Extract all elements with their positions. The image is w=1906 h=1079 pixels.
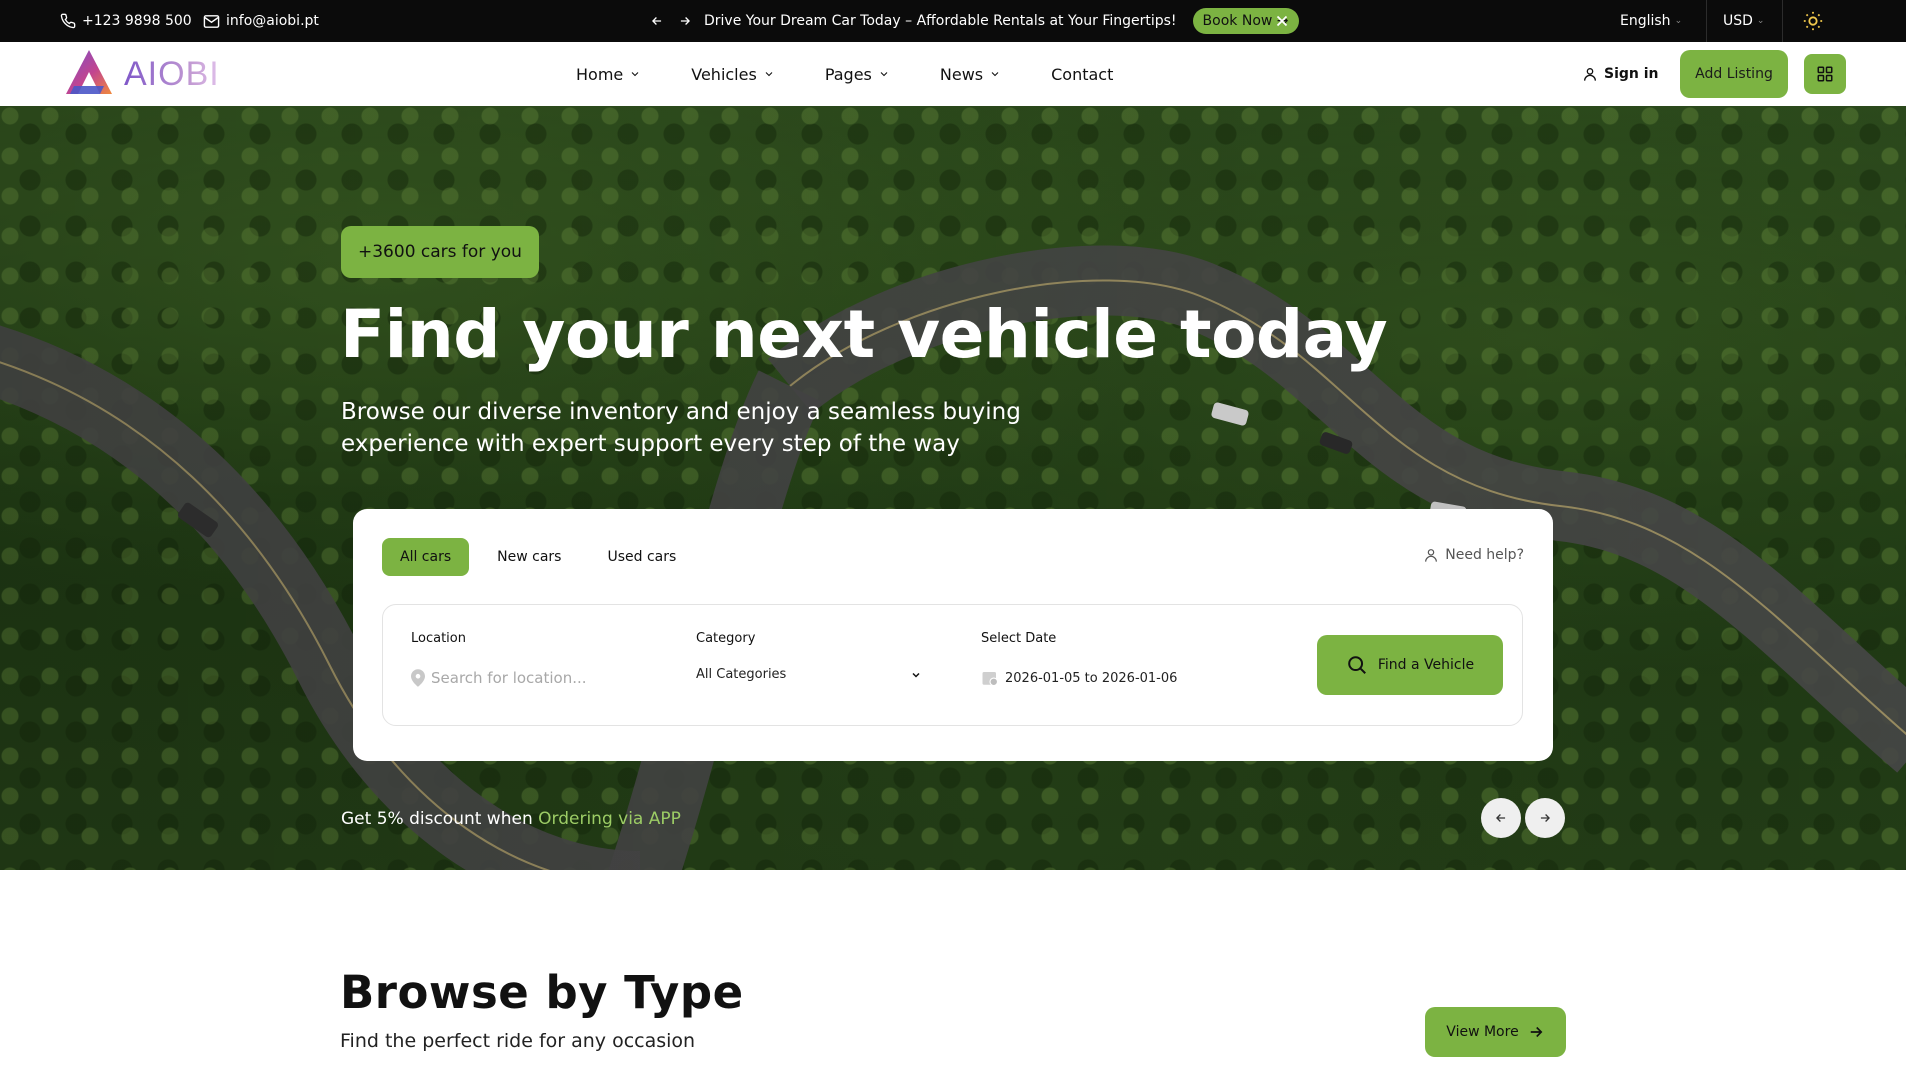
grid-menu-button[interactable] — [1804, 54, 1846, 94]
email-contact[interactable]: info@aiobi.pt — [203, 0, 319, 42]
chevron-down-icon — [991, 72, 999, 77]
browse-title: Browse by Type — [340, 966, 744, 1019]
search-icon — [1348, 656, 1366, 674]
chevron-down-icon — [765, 72, 773, 77]
mail-icon — [203, 14, 220, 28]
category-label: Category — [696, 631, 756, 646]
phone-icon — [60, 13, 76, 29]
phone-number: +123 9898 500 — [82, 13, 192, 29]
top-bar: +123 9898 500 info@aiobi.pt Drive Your D… — [0, 0, 1906, 42]
nav-news[interactable]: News — [940, 65, 1001, 84]
main-header: AIOBI Home Vehicles Pages News Contact S… — [0, 42, 1906, 106]
phone-contact[interactable]: +123 9898 500 — [60, 0, 192, 42]
logo-text: AIOBI — [124, 54, 220, 93]
user-icon — [1425, 549, 1438, 562]
nav-pages[interactable]: Pages — [825, 65, 890, 84]
cars-count-badge: +3600 cars for you — [341, 226, 539, 278]
location-label: Location — [411, 631, 466, 646]
nav-home[interactable]: Home — [576, 65, 641, 84]
tab-used-cars[interactable]: Used cars — [589, 538, 694, 576]
currency-selector[interactable]: USD ⌄ — [1723, 0, 1764, 42]
nav-pages-label: Pages — [824, 64, 872, 84]
arrow-left-icon — [1496, 814, 1506, 822]
date-label: Select Date — [981, 631, 1057, 646]
location-field: Location — [411, 605, 661, 727]
date-value-wrap[interactable]: 2026-01-05 to 2026-01-06 — [981, 669, 1177, 687]
divider — [1706, 0, 1707, 42]
next-slide-button[interactable] — [1525, 798, 1565, 838]
prev-slide-button[interactable] — [1481, 798, 1521, 838]
divider — [1782, 0, 1783, 42]
chevron-down-icon: ⌄ — [1756, 16, 1765, 26]
nav-vehicles[interactable]: Vehicles — [691, 65, 775, 84]
nav-contact-label: Contact — [1051, 64, 1114, 84]
view-more-label: View More — [1446, 1024, 1519, 1040]
arrow-right-icon — [1540, 814, 1550, 822]
sign-in-link[interactable]: Sign in — [1582, 42, 1659, 106]
need-help-label: Need help? — [1445, 547, 1524, 563]
find-vehicle-button[interactable]: Find a Vehicle — [1317, 635, 1503, 695]
chevron-down-icon — [912, 672, 920, 678]
find-vehicle-label: Find a Vehicle — [1377, 657, 1475, 673]
calendar-icon — [982, 672, 999, 687]
language-label: English — [1620, 13, 1671, 29]
location-value — [411, 669, 631, 687]
nav-contact[interactable]: Contact — [1051, 65, 1113, 84]
currency-label: USD — [1723, 13, 1753, 29]
tab-new-cars[interactable]: New cars — [479, 538, 579, 576]
hero-section: +3600 cars for you Find your next vehicl… — [0, 106, 1906, 870]
map-pin-icon — [411, 669, 425, 687]
hero-title: Find your next vehicle today — [340, 296, 1388, 373]
browse-subtitle: Find the perfect ride for any occasion — [340, 1030, 696, 1052]
app-discount-text: Get 5% discount when Ordering via APP — [341, 809, 681, 829]
promo-banner: Drive Your Dream Car Today – Affordable … — [648, 0, 1299, 42]
chevron-down-icon: ⌄ — [1674, 16, 1683, 26]
user-icon — [1584, 68, 1596, 81]
add-listing-button[interactable]: Add Listing — [1680, 50, 1788, 98]
ordering-app-link[interactable]: Ordering via APP — [538, 809, 681, 829]
date-value: 2026-01-05 to 2026-01-06 — [1005, 670, 1178, 686]
grid-icon — [1817, 66, 1833, 82]
arrow-right-icon[interactable] — [676, 12, 694, 30]
sign-in-label: Sign in — [1604, 66, 1659, 82]
main-nav: Home Vehicles Pages News Contact — [576, 42, 1163, 106]
chevron-down-icon — [631, 72, 639, 77]
nav-home-label: Home — [576, 64, 624, 84]
discount-prefix: Get 5% discount when — [341, 809, 533, 829]
logo[interactable]: AIOBI — [60, 48, 220, 100]
sun-icon[interactable] — [1802, 10, 1824, 32]
car-type-tabs: All cars New cars Used cars — [382, 538, 694, 576]
arrow-right-icon — [1530, 1026, 1543, 1038]
search-card: All cars New cars Used cars Need help? L… — [353, 509, 1553, 761]
promo-text: Drive Your Dream Car Today – Affordable … — [704, 13, 1177, 29]
search-fields: Location Category All Categories Select … — [382, 604, 1523, 726]
category-value: All Categories — [696, 667, 787, 682]
category-field[interactable]: Category All Categories — [696, 605, 926, 727]
email-address: info@aiobi.pt — [226, 13, 319, 29]
view-more-button[interactable]: View More — [1425, 1007, 1566, 1057]
arrow-left-icon[interactable] — [648, 12, 666, 30]
hero-subtitle: Browse our diverse inventory and enjoy a… — [341, 399, 1021, 457]
nav-news-label: News — [939, 64, 984, 84]
need-help-link[interactable]: Need help? — [1423, 545, 1524, 565]
nav-vehicles-label: Vehicles — [691, 64, 757, 84]
close-icon[interactable] — [1273, 12, 1291, 30]
tab-all-cars[interactable]: All cars — [382, 538, 470, 576]
language-selector[interactable]: English ⌄ — [1620, 0, 1682, 42]
logo-mark-icon — [66, 50, 112, 94]
category-select[interactable]: All Categories — [696, 667, 922, 682]
location-input[interactable] — [431, 669, 631, 687]
chevron-down-icon — [880, 72, 888, 77]
date-field[interactable]: Select Date 2026-01-05 to 2026-01-06 — [981, 605, 1211, 727]
